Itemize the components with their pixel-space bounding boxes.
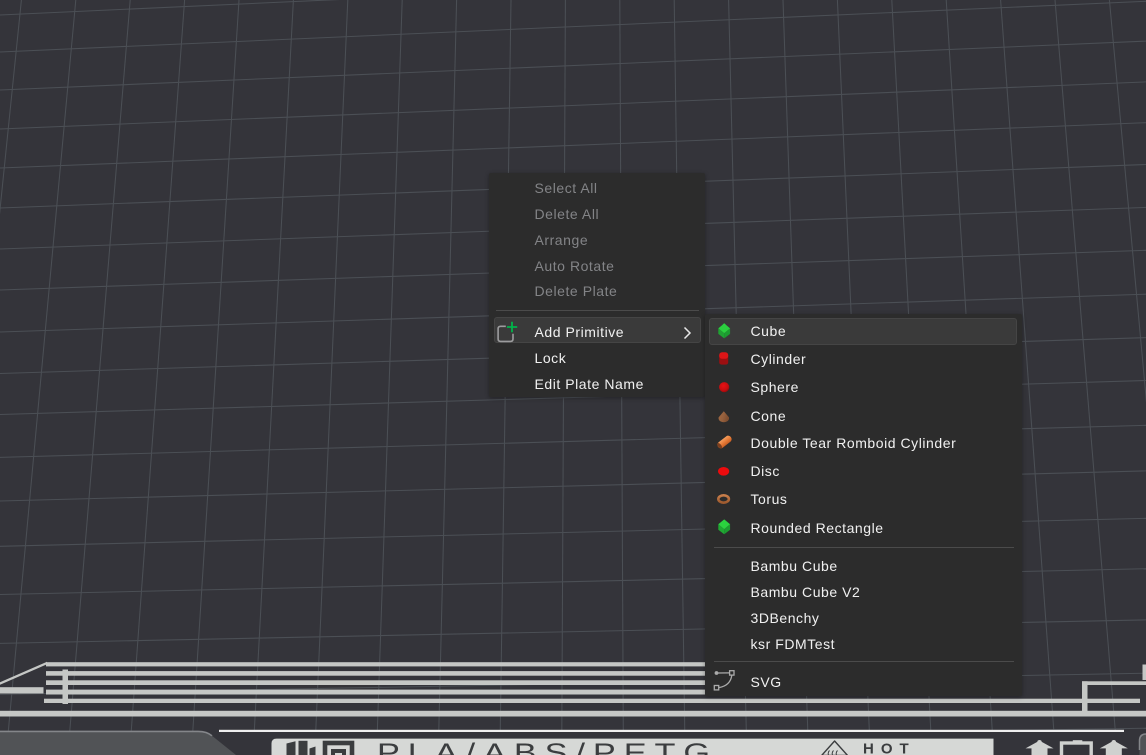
svg-text:HOT: HOT: [863, 740, 916, 755]
svg-text:PLA/ABS/PETG: PLA/ABS/PETG: [377, 738, 718, 755]
